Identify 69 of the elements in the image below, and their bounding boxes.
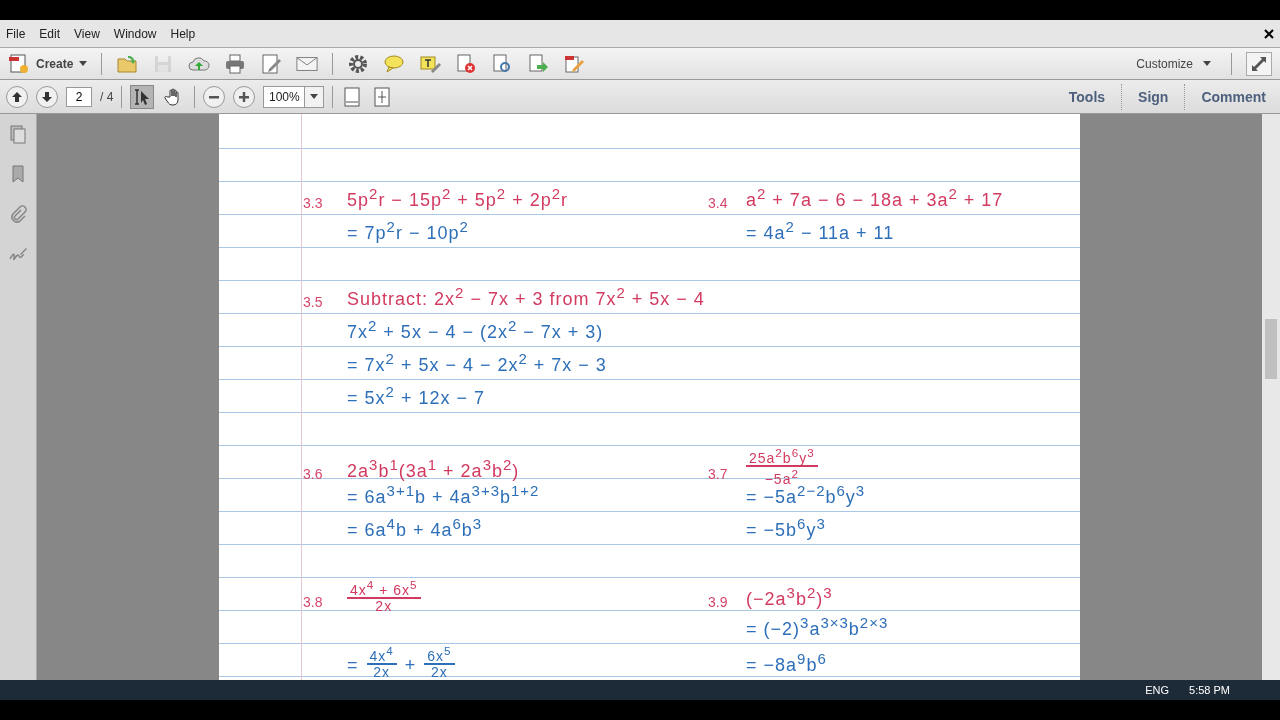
create-button[interactable]: Create	[8, 52, 88, 75]
fraction-numerator: 4x$^{4}$ + 6x$^{5}$	[347, 578, 421, 599]
problem-number: 3.7	[708, 466, 729, 483]
math-expression: = 6a$^{3+1}$b + 4a$^{3+3}$b$^{1+2}$	[347, 482, 540, 508]
math-expression: a$^{2}$ + 7a − 6 − 18a + 3a$^{2}$ + 17	[746, 185, 1004, 211]
caret-icon	[1203, 61, 1211, 66]
menu-item[interactable]: File	[6, 26, 26, 41]
speech-bubble-icon[interactable]	[383, 52, 406, 75]
math-expression: = 7x$^{2}$ + 5x − 4 − 2x$^{2}$ + 7x − 3	[347, 350, 607, 376]
menu-item[interactable]: Help	[170, 26, 196, 41]
panel-tab[interactable]: Tools	[1060, 88, 1114, 105]
math-expression: = 5x$^{2}$ + 12x − 7	[347, 383, 485, 409]
math-expression: 5p$^{2}$r − 15p$^{2}$ + 5p$^{2}$ + 2p$^{2}$r	[347, 185, 569, 211]
problem-number: 3.4	[708, 195, 729, 211]
menu-item[interactable]: Window	[113, 26, 157, 41]
math-expression: = (−2)$^{3}$a$^{3×3}$b$^{2×3}$	[746, 614, 889, 640]
caret-icon	[79, 61, 88, 66]
caret-icon	[310, 94, 319, 99]
zoom-out-button[interactable]	[203, 85, 226, 108]
zoom-dropdown[interactable]: 100%	[263, 85, 325, 108]
panel-tab[interactable]: Sign	[1130, 88, 1177, 105]
fraction-denominator: 2x	[373, 664, 391, 679]
next-page-button[interactable]	[36, 85, 58, 108]
fraction-denominator: 2x	[375, 598, 393, 613]
zoom-in-button[interactable]	[233, 85, 256, 108]
expand-button[interactable]	[1246, 51, 1272, 76]
previous-page-button[interactable]	[6, 85, 28, 108]
math-expression: = 7p$^{2}$r − 10p$^{2}$	[347, 218, 469, 244]
menu-item[interactable]: Edit	[39, 26, 61, 41]
document-delete-icon[interactable]	[455, 52, 478, 75]
math-expression: 7x$^{2}$ + 5x − 4 − (2x$^{2}$ − 7x + 3)	[347, 317, 604, 343]
math-expression: Subtract: 2x$^{2}$ − 7x + 3 from 7x$^{2}$ + 5x − 4	[347, 284, 705, 310]
problem-number: 3.3	[303, 195, 324, 211]
problem-number: 3.6	[303, 466, 324, 483]
math-expression: = −8a$^{9}$b$^{6}$	[746, 649, 827, 676]
close-icon[interactable]	[1264, 28, 1274, 39]
scrollbar[interactable]	[1262, 114, 1280, 680]
math-expression: 2a$^{3}$b$^{1}$(3a$^{1}$ + 2a$^{3}$b$^{2}$)	[347, 456, 520, 483]
clock[interactable]: 5:58 PM	[1189, 684, 1230, 696]
problem-number: 3.5	[303, 294, 324, 310]
paperclip-icon[interactable]	[8, 204, 28, 224]
math-expression: = 4a$^{2}$ − 11a + 11	[746, 218, 895, 244]
fraction-denominator: −5a$^{2}$	[764, 466, 799, 486]
fraction-numerator: 6x$^{5}$	[424, 644, 455, 665]
customize-button[interactable]: Customize	[1130, 55, 1217, 72]
problem-number: 3.8	[303, 593, 324, 610]
down-arrow-icon	[41, 90, 53, 103]
page-count: / 4	[100, 89, 114, 104]
expand-arrows-icon	[1250, 54, 1268, 73]
problem-number: 3.9	[708, 593, 729, 610]
up-arrow-icon	[11, 90, 23, 103]
menu-item[interactable]: View	[74, 26, 100, 41]
plus-icon	[238, 90, 251, 103]
edit-document-icon[interactable]	[260, 52, 283, 75]
fraction-numerator: 4x$^{4}$	[366, 644, 397, 665]
select-tool-button[interactable]	[130, 84, 155, 109]
document-arrow-icon[interactable]	[527, 52, 550, 75]
language-indicator[interactable]: ENG	[1145, 684, 1170, 696]
gear-icon[interactable]	[347, 52, 370, 75]
fraction-denominator: 2x	[431, 664, 448, 679]
math-expression: = −5b$^{6}$y$^{3}$	[746, 515, 826, 541]
printer-icon[interactable]	[224, 52, 247, 75]
panel-tab[interactable]: Comment	[1193, 88, 1274, 105]
math-expression: +	[404, 654, 417, 676]
math-expression: (−2a$^{3}$b$^{2}$)$^{3}$	[746, 583, 833, 610]
math-expression: =	[347, 654, 359, 676]
math-expression: = 6a$^{4}$b + 4a$^{6}$b$^{3}$	[347, 515, 483, 541]
page-number-field[interactable]: 2	[66, 86, 92, 107]
new-document-icon	[8, 52, 30, 75]
